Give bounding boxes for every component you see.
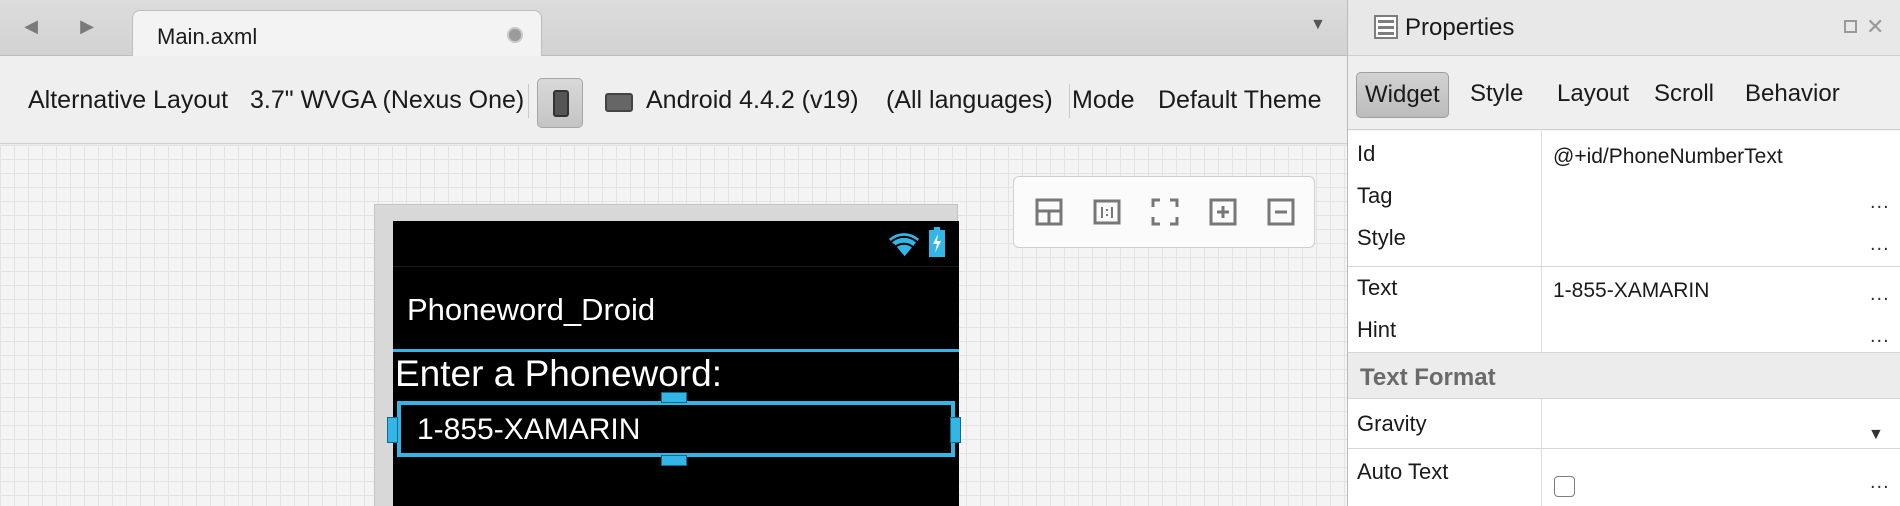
gravity-dropdown-arrow-icon[interactable]: ▼ [1868,426,1884,444]
property-label-tag: Tag [1357,183,1393,208]
layout-outline-icon[interactable] [1034,197,1064,227]
tab-behavior[interactable]: Behavior [1745,72,1840,118]
resize-handle-top[interactable] [661,392,687,403]
chevron-left-icon[interactable]: ◀ [12,10,50,42]
property-value-text[interactable]: 1-855-XAMARIN [1553,279,1709,303]
status-bar [393,221,959,267]
column-divider [1541,399,1542,448]
alternative-layout-button[interactable]: Alternative Layout [28,86,228,115]
restore-pane-icon[interactable] [1844,20,1857,33]
edit-hint-ellipsis-button[interactable]: ... [1870,325,1890,348]
zoom-toolbar [1013,176,1315,248]
designer-pane: ◀ ▶ Main.axml ▼ Alternative Layout 3.7" … [0,0,1347,506]
battery-charging-icon [929,227,945,257]
property-group-text: Text 1-855-XAMARIN ... Hint ... [1348,267,1900,353]
zoom-out-icon[interactable] [1266,197,1296,227]
properties-panel: Properties ✕ Widget Style Layout Scroll … [1347,0,1900,506]
column-divider [1541,449,1542,506]
toolbar-divider [1069,84,1070,118]
action-bar: Phoneword_Droid [393,268,959,352]
close-tab-icon[interactable] [507,27,523,43]
properties-icon [1374,15,1398,39]
document-tabbar: ◀ ▶ Main.axml ▼ [0,0,1347,57]
device-screen: Phoneword_Droid Enter a Phoneword: 1-855… [387,221,961,506]
app-title: Phoneword_Droid [407,292,656,327]
api-level-selector[interactable]: Android 4.4.2 (v19) [646,86,859,115]
property-label-hint: Hint [1357,317,1397,342]
column-divider [1541,267,1542,352]
section-header-text-format[interactable]: Text Format [1348,353,1900,399]
property-label-text: Text [1357,275,1398,300]
portrait-orientation-button[interactable] [537,78,583,128]
designer-toolbar: Alternative Layout 3.7" WVGA (Nexus One)… [0,56,1347,144]
toolbar-divider [528,84,529,118]
resize-handle-left[interactable] [387,417,398,443]
property-value-id[interactable]: @+id/PhoneNumberText [1553,145,1783,169]
phone-icon [553,90,569,117]
edit-text-ellipsis-button[interactable]: ... [1870,283,1890,306]
column-divider [1541,131,1542,266]
chevron-right-icon[interactable]: ▶ [68,10,106,42]
document-tab-label: Main.axml [157,24,258,49]
fit-to-window-icon[interactable] [1150,197,1180,227]
auto-text-checkbox[interactable] [1554,476,1575,497]
close-icon[interactable]: ✕ [1866,14,1884,40]
theme-selector[interactable]: Default Theme [1158,86,1322,115]
resize-handle-bottom[interactable] [661,455,687,466]
phone-number-field-value: 1-855-XAMARIN [417,413,641,446]
phone-number-field[interactable]: 1-855-XAMARIN [397,401,955,457]
zoom-in-icon[interactable] [1208,197,1238,227]
language-selector[interactable]: (All languages) [886,86,1053,115]
properties-header: Properties ✕ [1348,0,1900,56]
tab-scroll[interactable]: Scroll [1654,72,1714,118]
property-group-gravity: Gravity [1348,399,1900,449]
properties-tabs: Widget Style Layout Scroll Behavior [1348,56,1900,130]
device-selector[interactable]: 3.7" WVGA (Nexus One) [250,86,524,115]
dropdown-triangle-icon[interactable]: ▼ [1310,16,1326,34]
tab-style[interactable]: Style [1470,72,1523,118]
property-label-gravity: Gravity [1357,411,1427,436]
tab-layout[interactable]: Layout [1557,72,1629,118]
actual-size-icon[interactable] [1092,197,1122,227]
edit-tag-ellipsis-button[interactable]: ... [1870,191,1890,214]
property-label-id: Id [1357,141,1376,166]
device-frame: Phoneword_Droid Enter a Phoneword: 1-855… [374,204,961,506]
property-group-auto-text: Auto Text ... [1348,449,1900,506]
property-label-auto-text: Auto Text [1357,459,1449,484]
resize-handle-right[interactable] [950,417,961,443]
phoneword-label[interactable]: Enter a Phoneword: [395,353,722,395]
section-title-text-format: Text Format [1360,364,1496,391]
mode-selector[interactable]: Mode [1072,86,1135,115]
edit-style-ellipsis-button[interactable]: ... [1870,233,1890,256]
tab-widget[interactable]: Widget [1356,72,1449,118]
property-label-style: Style [1357,225,1406,250]
landscape-orientation-icon[interactable] [605,93,633,112]
edit-auto-text-ellipsis-button[interactable]: ... [1870,471,1890,494]
property-group-identity: Id @+id/PhoneNumberText Tag ... Style ..… [1348,131,1900,267]
wifi-icon [889,233,919,258]
document-tab[interactable]: Main.axml [132,10,542,57]
properties-title: Properties [1405,14,1515,41]
property-grid: Id @+id/PhoneNumberText Tag ... Style ..… [1348,131,1900,506]
